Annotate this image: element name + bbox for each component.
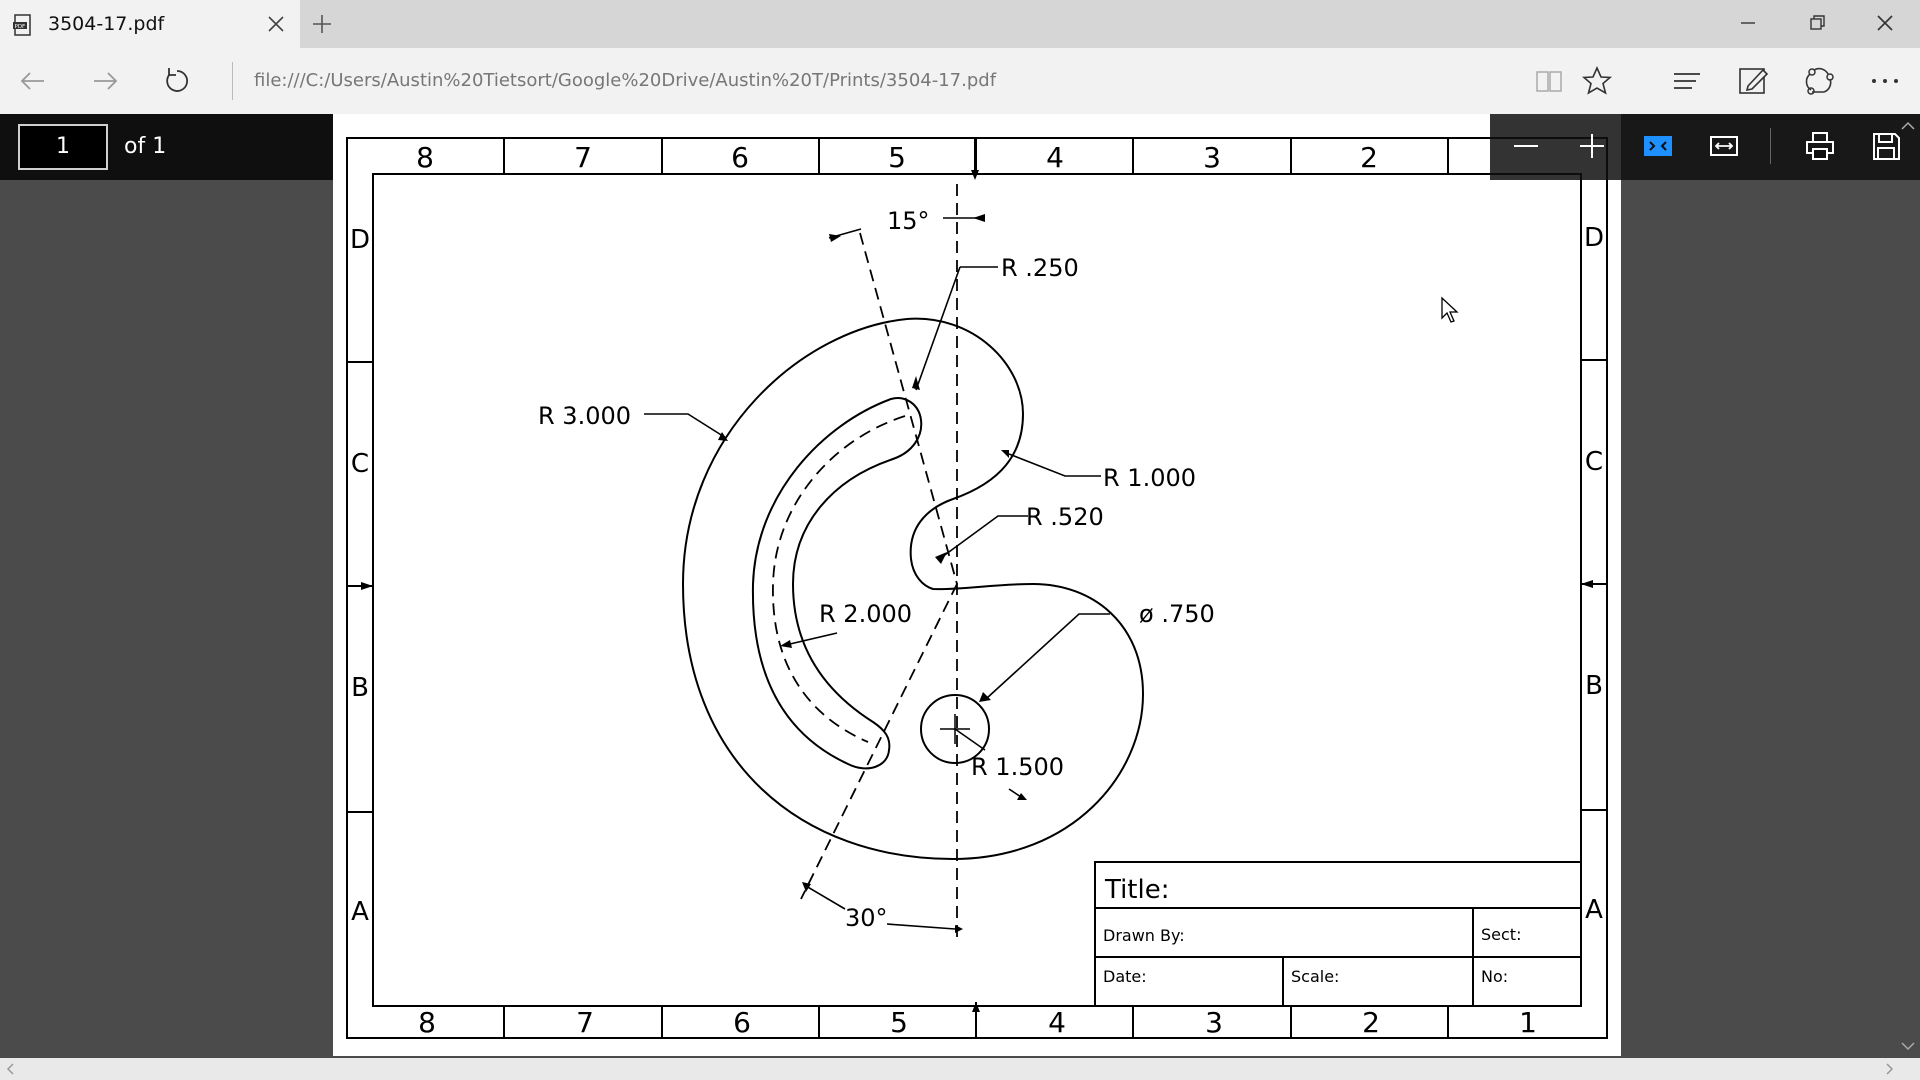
address-separator (232, 62, 233, 100)
zoom-out-icon[interactable] (1508, 128, 1544, 164)
zone-top-3: 3 (1203, 141, 1221, 174)
zone-top-5: 5 (888, 141, 906, 174)
date-label: Date: (1103, 967, 1147, 986)
zone-bottom-8: 8 (418, 1006, 436, 1039)
svg-text:PDF: PDF (15, 24, 26, 30)
reading-view-icon[interactable] (1532, 64, 1566, 98)
sect-label: Sect: (1481, 925, 1521, 944)
tab-title: 3504-17.pdf (48, 13, 165, 35)
mouse-cursor-icon (1441, 296, 1459, 323)
back-icon[interactable] (16, 64, 50, 98)
scroll-left-icon[interactable] (4, 1062, 18, 1076)
part-outline (681, 317, 1145, 861)
row-left-b: B (351, 673, 369, 703)
tab-bar: PDF 3504-17.pdf (0, 0, 1920, 48)
dim-r2000: R 2.000 (819, 600, 912, 628)
url-field[interactable]: file:///C:/Users/Austin%20Tietsort/Googl… (254, 70, 996, 91)
print-icon[interactable] (1802, 128, 1838, 164)
fit-width-icon[interactable] (1706, 128, 1742, 164)
pdf-toolbar-right (1490, 114, 1920, 180)
zone-bottom-2: 2 (1362, 1006, 1380, 1039)
page-count: of 1 (124, 134, 167, 159)
zone-top-8: 8 (416, 141, 434, 174)
zone-top-4: 4 (1046, 141, 1064, 174)
dim-r1000: R 1.000 (1103, 464, 1196, 492)
row-left-d: D (350, 225, 370, 255)
dim-r3000: R 3.000 (538, 402, 631, 430)
dim-r250: R .250 (1001, 254, 1079, 282)
scroll-right-icon[interactable] (1882, 1062, 1896, 1076)
drawn-by-label: Drawn By: (1103, 926, 1185, 945)
share-icon[interactable] (1802, 64, 1836, 98)
zone-top-7: 7 (574, 141, 592, 174)
dim-dia750: ø .750 (1139, 600, 1215, 628)
scale-label: Scale: (1291, 967, 1339, 986)
favorite-star-icon[interactable] (1580, 64, 1614, 98)
fit-page-icon[interactable] (1640, 128, 1676, 164)
web-note-icon[interactable] (1736, 64, 1770, 98)
more-icon[interactable] (1868, 64, 1902, 98)
scroll-up-icon[interactable] (1898, 116, 1918, 136)
row-right-c: C (1585, 447, 1603, 477)
zone-bottom-4: 4 (1048, 1006, 1066, 1039)
title-label: Title: (1104, 875, 1169, 905)
restore-icon[interactable] (1802, 8, 1832, 38)
row-right-a: A (1585, 895, 1603, 925)
engineering-drawing: 8 7 6 5 4 3 2 8 7 6 5 4 3 2 1 D C B A D … (346, 137, 1608, 1039)
toolbar-separator (1770, 128, 1771, 164)
close-tab-icon[interactable] (264, 12, 288, 36)
zone-bottom-1: 1 (1519, 1006, 1537, 1039)
dim-angle-15: 15° (887, 207, 930, 235)
row-left-a: A (351, 897, 369, 927)
tab-active[interactable]: PDF 3504-17.pdf (0, 0, 300, 48)
dim-r1500: R 1.500 (971, 753, 1064, 781)
zone-top-6: 6 (731, 141, 749, 174)
horizontal-scrollbar[interactable] (0, 1058, 1920, 1080)
new-tab-icon[interactable] (310, 12, 334, 36)
pdf-page[interactable]: 8 7 6 5 4 3 2 8 7 6 5 4 3 2 1 D C B A D … (333, 114, 1621, 1056)
zone-bottom-7: 7 (576, 1006, 594, 1039)
zone-bottom-5: 5 (890, 1006, 908, 1039)
forward-icon[interactable] (88, 64, 122, 98)
hub-icon[interactable] (1670, 64, 1704, 98)
pdf-file-icon: PDF (13, 14, 31, 36)
page-number-input[interactable]: 1 (18, 124, 108, 170)
dim-angle-30: 30° (845, 904, 888, 932)
close-window-icon[interactable] (1870, 8, 1900, 38)
row-right-d: D (1584, 223, 1604, 253)
no-label: No: (1481, 967, 1508, 986)
minimize-icon[interactable] (1733, 8, 1763, 38)
zone-bottom-6: 6 (733, 1006, 751, 1039)
dim-r520: R .520 (1026, 503, 1104, 531)
row-left-c: C (351, 449, 369, 479)
zone-bottom-3: 3 (1205, 1006, 1223, 1039)
zoom-in-icon[interactable] (1574, 128, 1610, 164)
row-right-b: B (1585, 671, 1603, 701)
address-bar: file:///C:/Users/Austin%20Tietsort/Googl… (0, 48, 1920, 114)
scroll-down-icon[interactable] (1898, 1036, 1918, 1056)
zone-top-2: 2 (1360, 141, 1378, 174)
refresh-icon[interactable] (160, 64, 194, 98)
